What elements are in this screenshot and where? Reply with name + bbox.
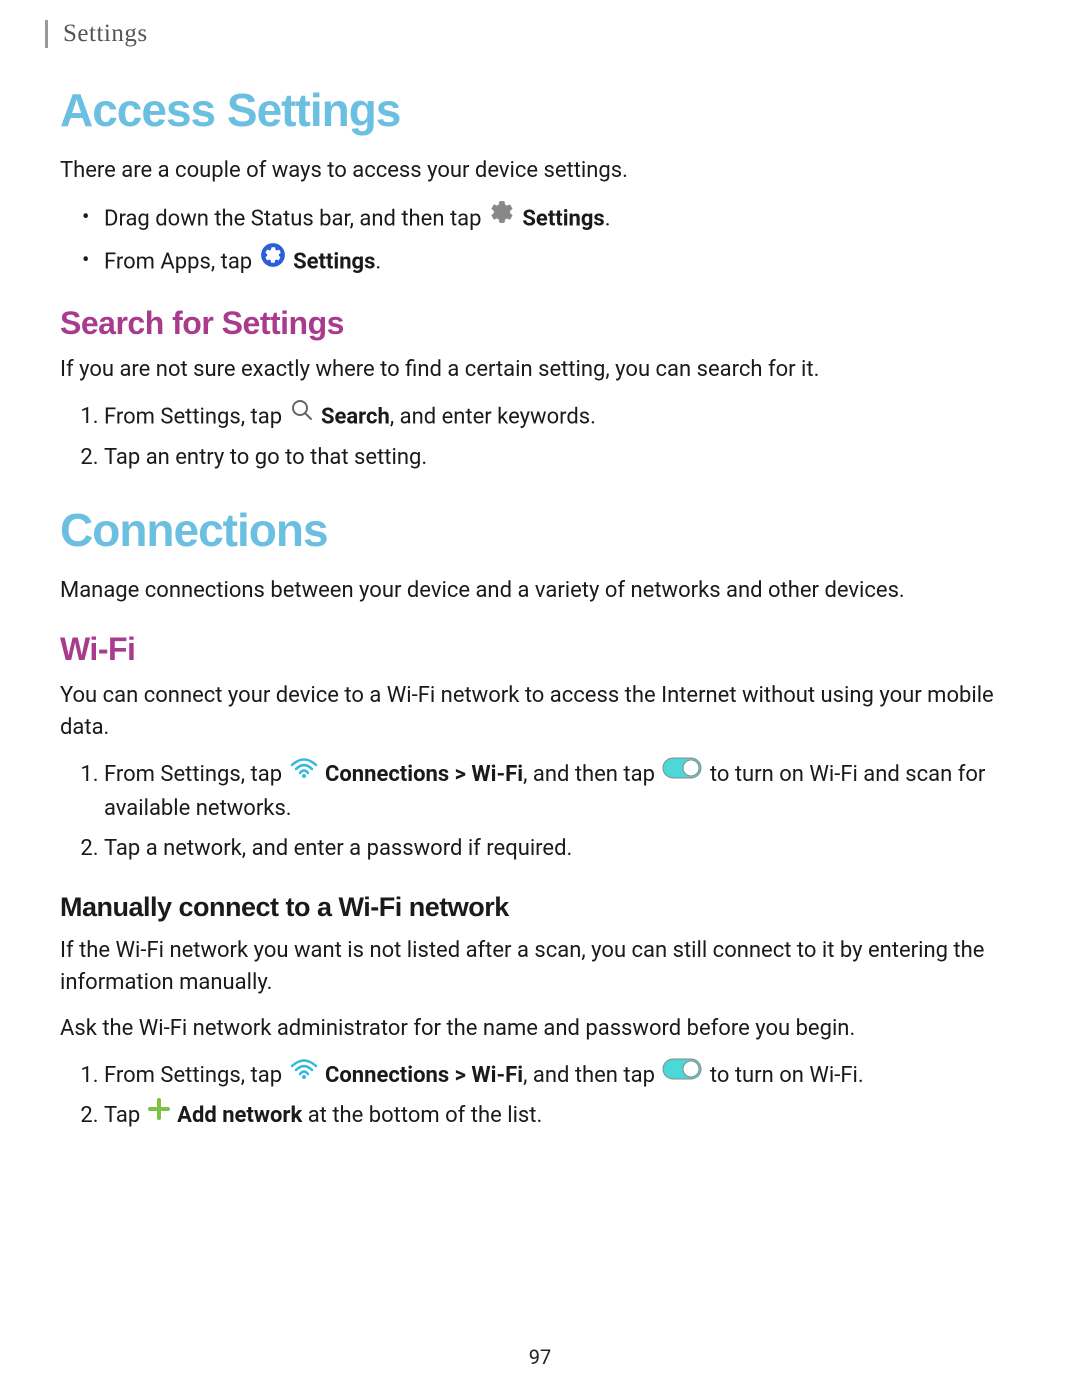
heading-connections: Connections	[60, 503, 1020, 557]
text: Tap	[104, 1103, 146, 1128]
text: Drag down the Status bar, and then tap	[104, 206, 487, 231]
list-item: Tap a network, and enter a password if r…	[104, 832, 1020, 866]
manual-ask-text: Ask the Wi-Fi network administrator for …	[60, 1013, 1020, 1045]
toggle-on-icon	[662, 756, 702, 790]
text: , and then tap	[523, 1063, 660, 1088]
wifi-icon	[290, 756, 318, 790]
text: From Settings, tap	[104, 1063, 288, 1088]
text: .	[375, 249, 381, 274]
settings-app-icon	[260, 242, 286, 279]
text: at the bottom of the list.	[302, 1103, 542, 1128]
connections-intro-text: Manage connections between your device a…	[60, 575, 1020, 607]
text: From Settings, tap	[104, 762, 288, 787]
settings-label: Settings	[293, 249, 375, 274]
gear-icon	[489, 199, 515, 236]
intro-text: There are a couple of ways to access you…	[60, 155, 1020, 187]
wifi-intro-text: You can connect your device to a Wi-Fi n…	[60, 680, 1020, 744]
list-item: Tap Add network at the bottom of the lis…	[104, 1099, 1020, 1133]
text: From Settings, tap	[104, 404, 288, 429]
manual-steps-list: From Settings, tap Connections > Wi-Fi, …	[60, 1059, 1020, 1133]
connections-wifi-label: Connections > Wi-Fi	[325, 762, 523, 787]
list-item: From Apps, tap Settings.	[104, 244, 1020, 281]
settings-label: Settings	[522, 206, 604, 231]
list-item: Drag down the Status bar, and then tap S…	[104, 201, 1020, 238]
toggle-on-icon	[662, 1057, 702, 1091]
list-item: From Settings, tap Search, and enter key…	[104, 400, 1020, 435]
list-item: Tap an entry to go to that setting.	[104, 441, 1020, 475]
page-number: 97	[529, 1345, 551, 1369]
search-icon	[290, 398, 314, 433]
text: , and then tap	[523, 762, 660, 787]
search-intro-text: If you are not sure exactly where to fin…	[60, 354, 1020, 386]
add-network-label: Add network	[177, 1103, 302, 1128]
search-label: Search	[321, 404, 390, 429]
heading-access-settings: Access Settings	[60, 83, 1020, 137]
connections-wifi-label: Connections > Wi-Fi	[325, 1063, 523, 1088]
wifi-steps-list: From Settings, tap Connections > Wi-Fi, …	[60, 758, 1020, 866]
breadcrumb: Settings	[63, 20, 1020, 48]
heading-wifi: Wi-Fi	[60, 631, 1020, 668]
text: to turn on Wi-Fi.	[710, 1063, 864, 1088]
wifi-icon	[290, 1057, 318, 1091]
text: .	[605, 206, 611, 231]
plus-icon	[148, 1097, 170, 1131]
access-methods-list: Drag down the Status bar, and then tap S…	[60, 201, 1020, 281]
list-item: From Settings, tap Connections > Wi-Fi, …	[104, 758, 1020, 826]
heading-search-settings: Search for Settings	[60, 305, 1020, 342]
header-section: Settings	[45, 20, 1020, 48]
manual-intro-text: If the Wi-Fi network you want is not lis…	[60, 935, 1020, 999]
text: From Apps, tap	[104, 249, 258, 274]
heading-manual-wifi: Manually connect to a Wi-Fi network	[60, 892, 1020, 923]
search-steps-list: From Settings, tap Search, and enter key…	[60, 400, 1020, 475]
text: , and enter keywords.	[390, 404, 596, 429]
list-item: From Settings, tap Connections > Wi-Fi, …	[104, 1059, 1020, 1093]
